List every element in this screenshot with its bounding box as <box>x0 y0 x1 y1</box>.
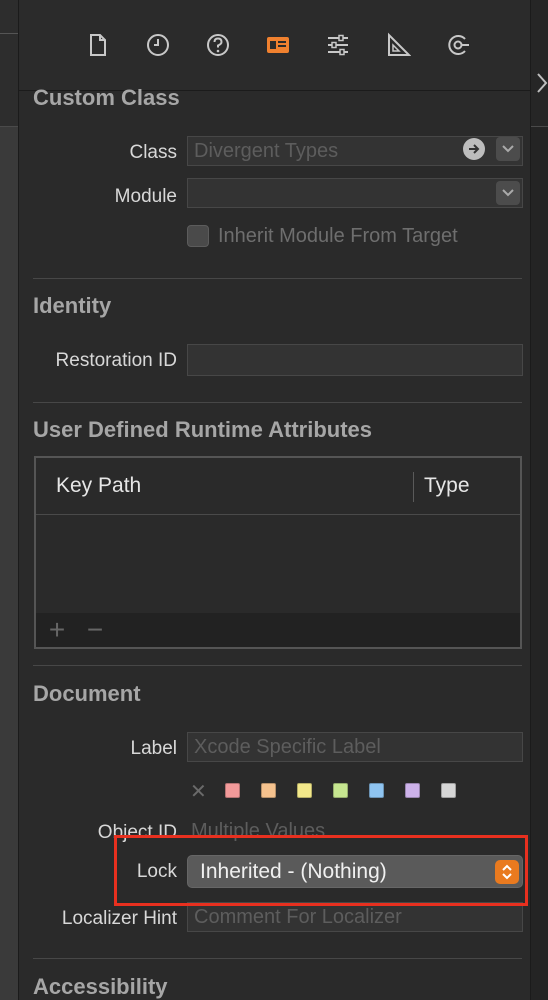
inherit-module-label: Inherit Module From Target <box>218 225 458 247</box>
clock-icon[interactable] <box>143 30 173 60</box>
section-divider <box>33 402 522 403</box>
key-path-column-header[interactable]: Key Path <box>56 474 141 498</box>
runtime-attributes-section-title: User Defined Runtime Attributes <box>33 417 373 442</box>
identity-inspector-icon[interactable] <box>263 30 293 60</box>
custom-class-section-title: Custom Class <box>33 85 180 110</box>
add-attribute-button[interactable]: + <box>44 613 70 647</box>
identity-section-title: Identity <box>33 293 112 318</box>
label-color-blue[interactable] <box>369 783 384 798</box>
chevron-down-icon <box>502 189 514 197</box>
section-divider <box>33 665 522 666</box>
module-label: Module <box>114 186 177 207</box>
identity-inspector-panel: Custom Class Class Divergent Types Modul… <box>19 0 530 1000</box>
label-color-yellow[interactable] <box>297 783 312 798</box>
sliders-icon[interactable] <box>323 30 353 60</box>
clear-label-color-icon[interactable]: ✕ <box>190 779 207 804</box>
label-color-purple[interactable] <box>405 783 420 798</box>
help-icon[interactable] <box>203 30 233 60</box>
label-color-green[interactable] <box>333 783 348 798</box>
chevron-down-icon <box>502 145 514 153</box>
connections-icon[interactable] <box>443 30 473 60</box>
class-dropdown-button[interactable] <box>496 137 520 161</box>
module-field[interactable] <box>187 178 523 208</box>
column-separator <box>413 472 414 502</box>
label-color-orange[interactable] <box>261 783 276 798</box>
right-pane-edge <box>530 0 548 1000</box>
left-pane-header <box>0 0 18 127</box>
file-icon[interactable] <box>83 30 113 60</box>
right-pane-header <box>531 0 548 127</box>
type-column-header[interactable]: Type <box>424 474 470 498</box>
localizer-hint-label: Localizer Hint <box>61 908 177 929</box>
inspector-toolbar <box>19 0 530 91</box>
section-divider <box>33 958 522 959</box>
label-color-red[interactable] <box>225 783 240 798</box>
lock-highlight-box <box>114 835 528 906</box>
chevron-right-icon[interactable] <box>536 72 548 94</box>
restoration-id-field[interactable] <box>187 344 523 376</box>
label-label: Label <box>130 738 178 759</box>
runtime-attributes-table: Key Path Type + − <box>34 456 522 649</box>
document-section-title: Document <box>33 681 141 706</box>
table-footer: + − <box>36 613 520 647</box>
arrow-right-circle-icon[interactable] <box>463 138 485 160</box>
class-placeholder: Divergent Types <box>194 140 339 162</box>
accessibility-section-title: Accessibility <box>33 974 168 999</box>
table-header-divider <box>36 514 520 515</box>
module-dropdown-button[interactable] <box>496 181 520 205</box>
label-field[interactable]: Xcode Specific Label <box>187 732 523 762</box>
localizer-hint-field[interactable]: Comment For Localizer <box>187 902 523 932</box>
left-pane-edge <box>0 0 19 1000</box>
remove-attribute-button[interactable]: − <box>82 613 108 647</box>
label-color-gray[interactable] <box>441 783 456 798</box>
localizer-hint-placeholder: Comment For Localizer <box>194 906 402 928</box>
class-label: Class <box>129 142 177 163</box>
inherit-module-checkbox[interactable] <box>187 225 209 247</box>
ruler-icon[interactable] <box>383 30 413 60</box>
left-pane-divider <box>0 33 18 34</box>
section-divider <box>33 278 522 279</box>
restoration-id-label: Restoration ID <box>55 350 177 371</box>
label-placeholder: Xcode Specific Label <box>194 736 381 758</box>
